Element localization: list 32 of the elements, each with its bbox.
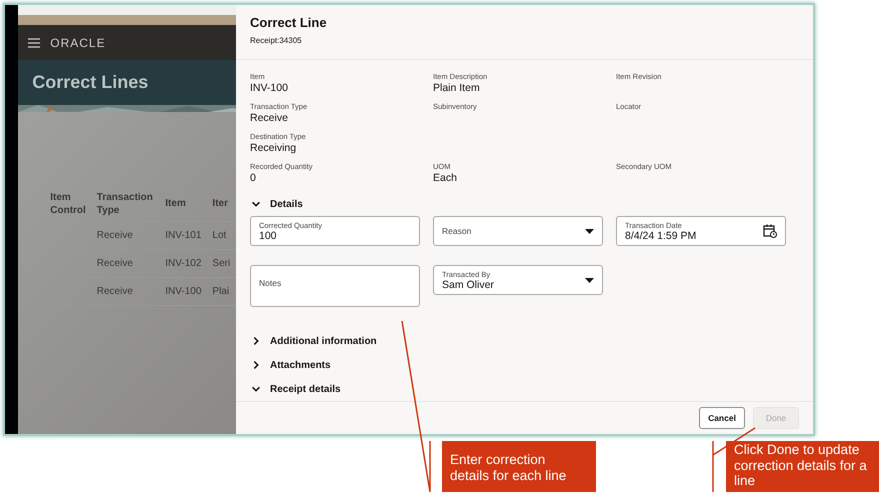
section-title[interactable]: Attachments bbox=[270, 360, 331, 370]
column-header: Item bbox=[161, 188, 208, 222]
notes-field[interactable]: Notes bbox=[250, 265, 420, 307]
table-cell: INV-100 bbox=[161, 278, 208, 306]
field-value: Each bbox=[433, 172, 458, 184]
drawer-title: Correct Line bbox=[250, 15, 328, 30]
table-cell: Receive bbox=[92, 222, 162, 250]
calendar-icon[interactable] bbox=[763, 224, 777, 238]
field-value: Receive bbox=[250, 112, 289, 124]
field-value: Receiving bbox=[250, 142, 298, 154]
field-value: Plain Item bbox=[433, 82, 481, 94]
callout: Click Done to update correction details for a line bbox=[726, 441, 879, 492]
section-title[interactable]: Details bbox=[270, 198, 303, 210]
table-cell: Receive bbox=[92, 250, 162, 278]
receipt-number: Receipt:34305 bbox=[250, 36, 303, 45]
field-value: 0 bbox=[250, 172, 257, 184]
table-cell: INV-101 bbox=[161, 222, 208, 250]
column-header: Item Control bbox=[46, 188, 93, 222]
dropdown-caret-icon bbox=[585, 228, 594, 234]
table-cell: INV-102 bbox=[161, 250, 208, 278]
logo: ORACLE bbox=[50, 36, 106, 50]
section-title[interactable]: Additional information bbox=[270, 336, 377, 346]
cancel-button[interactable]: Cancel bbox=[699, 407, 745, 429]
table-cell: Receive bbox=[92, 278, 162, 306]
menu-icon[interactable] bbox=[28, 38, 40, 48]
dropdown-field[interactable]: Reason bbox=[433, 216, 603, 246]
column-header: Transaction Type bbox=[92, 188, 162, 222]
dropdown-caret-icon bbox=[585, 278, 594, 282]
section-title[interactable]: Receipt details bbox=[270, 384, 341, 394]
page-title: Correct Lines bbox=[32, 72, 148, 93]
field-value: INV-100 bbox=[250, 82, 289, 94]
callout: Enter correction details for each line bbox=[442, 441, 596, 492]
